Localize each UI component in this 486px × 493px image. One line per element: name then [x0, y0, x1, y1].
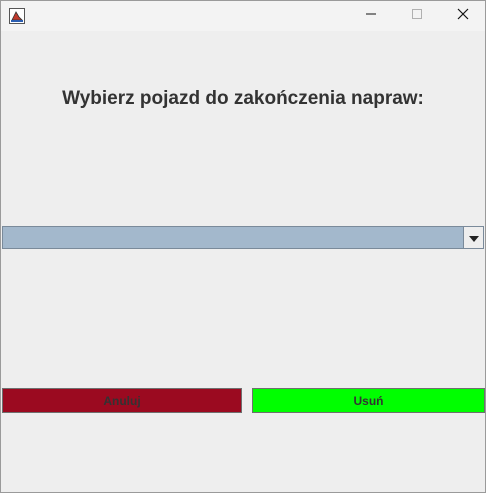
maximize-icon	[411, 7, 423, 25]
page-title: Wybierz pojazd do zakończenia napraw:	[62, 88, 424, 109]
close-button[interactable]	[440, 1, 485, 31]
chevron-down-icon	[468, 229, 479, 247]
minimize-icon	[365, 7, 377, 25]
app-window: Wybierz pojazd do zakończenia napraw: An…	[0, 0, 486, 493]
vehicle-select-dropdown-button[interactable]	[463, 227, 483, 248]
vehicle-select[interactable]	[2, 226, 484, 249]
minimize-button[interactable]	[348, 1, 394, 31]
java-app-icon	[9, 8, 25, 24]
delete-button[interactable]: Usuń	[252, 388, 485, 413]
close-icon	[457, 7, 469, 25]
cancel-button[interactable]: Anuluj	[2, 388, 242, 413]
title-bar	[1, 1, 485, 31]
maximize-button[interactable]	[394, 1, 440, 31]
